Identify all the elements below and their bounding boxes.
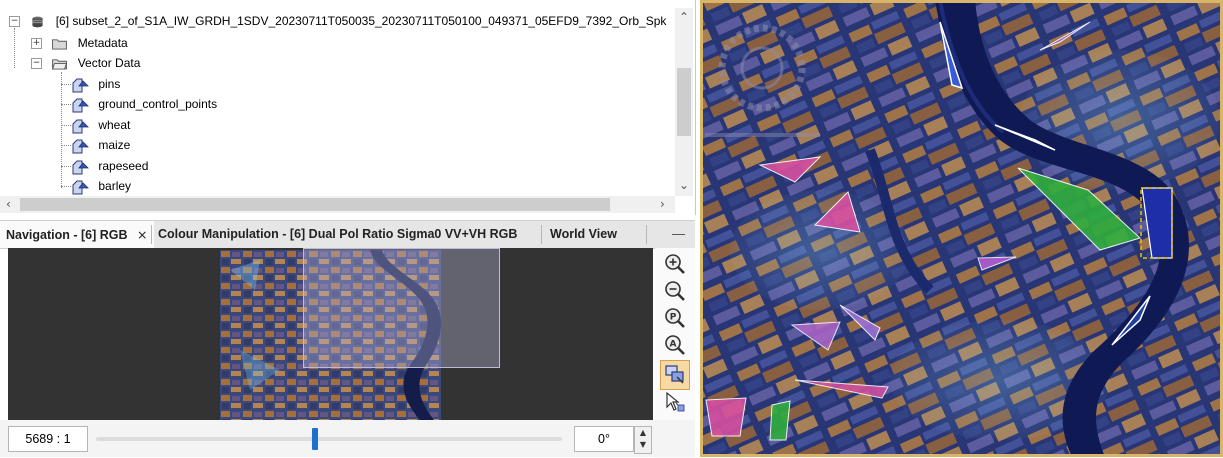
tree-row-product[interactable]: − [6] subset_2_of_S1A_IW_GRDH_1SDV_20230… xyxy=(9,11,666,31)
collapse-toggle-icon[interactable]: − xyxy=(31,58,42,70)
vector-layer-icon xyxy=(72,139,89,154)
tree-guide xyxy=(61,166,71,167)
scroll-down-icon[interactable]: ⌄ xyxy=(679,178,689,192)
svg-text:P: P xyxy=(670,313,677,323)
minimize-icon[interactable]: — xyxy=(672,221,685,247)
navigation-overview[interactable] xyxy=(8,248,653,420)
tab-divider xyxy=(541,225,542,244)
spin-up-icon[interactable]: ▲ xyxy=(635,427,651,439)
tree-row-vector[interactable]: rapeseed xyxy=(71,156,148,176)
scrollbar-thumb[interactable] xyxy=(677,68,691,136)
collapse-toggle-icon[interactable]: − xyxy=(9,16,20,28)
zoom-slider-track[interactable] xyxy=(96,437,562,441)
navigation-bottom-bar: 5689 : 1 0° ▲ ▼ xyxy=(0,420,695,457)
vector-label: wheat xyxy=(98,118,131,132)
zoom-slider-handle[interactable] xyxy=(312,428,319,450)
scroll-left-icon[interactable]: ‹ xyxy=(6,197,11,211)
tree-guide xyxy=(61,84,71,85)
database-icon xyxy=(32,16,44,28)
product-name: [6] subset_2_of_S1A_IW_GRDH_1SDV_2023071… xyxy=(55,14,667,28)
image-view[interactable] xyxy=(700,0,1223,457)
tree-row-vector-data[interactable]: − Vector Data xyxy=(31,53,140,73)
close-icon[interactable]: × xyxy=(137,227,147,242)
tab-world-view[interactable]: World View xyxy=(544,221,623,248)
vector-label: rapeseed xyxy=(98,159,149,173)
scale-field[interactable]: 5689 : 1 xyxy=(8,426,88,452)
tree-guide xyxy=(14,28,15,68)
tool-window-tabs: Navigation - [6] RGB × Colour Manipulati… xyxy=(0,220,695,249)
vector-polygon[interactable] xyxy=(705,397,747,437)
vector-layer-icon xyxy=(72,78,89,93)
tab-colour-manipulation[interactable]: Colour Manipulation - [6] Dual Pol Ratio… xyxy=(152,221,523,248)
scrollbar-thumb[interactable] xyxy=(20,198,610,211)
tree-guide xyxy=(61,186,71,187)
tab-label: Colour Manipulation - [6] Dual Pol Ratio… xyxy=(158,227,518,241)
metadata-label: Metadata xyxy=(77,36,128,50)
sync-views-toggle[interactable] xyxy=(660,360,690,390)
vector-layer-icon xyxy=(72,98,89,113)
vector-label: barley xyxy=(98,179,132,193)
tree-row-metadata[interactable]: + Metadata xyxy=(31,33,128,53)
tab-label: World View xyxy=(550,227,617,241)
vector-layer-icon xyxy=(72,180,89,195)
zoom-pixel-icon[interactable]: P xyxy=(663,306,687,330)
product-tree-panel: − [6] subset_2_of_S1A_IW_GRDH_1SDV_20230… xyxy=(0,0,696,215)
vector-label: maize xyxy=(98,138,131,152)
rotation-field[interactable]: 0° xyxy=(574,426,634,452)
zoom-out-icon[interactable] xyxy=(663,279,687,303)
rotation-spinner[interactable]: ▲ ▼ xyxy=(634,426,652,454)
vector-label: ground_control_points xyxy=(98,97,218,111)
expand-toggle-icon[interactable]: + xyxy=(31,38,42,50)
viewport-rectangle[interactable] xyxy=(303,248,500,368)
vector-layer-icon xyxy=(72,119,89,134)
tree-guide xyxy=(61,125,71,126)
spin-down-icon[interactable]: ▼ xyxy=(635,439,651,451)
tree-row-vector[interactable]: pins xyxy=(71,74,120,94)
tree-row-vector[interactable]: maize xyxy=(71,135,130,155)
tab-navigation[interactable]: Navigation - [6] RGB × xyxy=(0,221,154,248)
sync-views-icon xyxy=(665,365,684,384)
svg-text:A: A xyxy=(670,340,677,350)
tree-row-vector[interactable]: barley xyxy=(71,176,131,196)
zoom-in-icon[interactable] xyxy=(663,252,687,276)
vector-label: pins xyxy=(98,77,121,91)
tab-label: Navigation - [6] RGB xyxy=(6,228,128,242)
vector-polygon[interactable] xyxy=(769,400,791,441)
tab-divider xyxy=(646,225,647,244)
tree-guide xyxy=(61,145,71,146)
tree-row-vector[interactable]: ground_control_points xyxy=(71,94,217,114)
folder-icon xyxy=(52,39,68,50)
scroll-up-icon[interactable]: ⌃ xyxy=(679,10,689,24)
open-folder-icon xyxy=(52,59,68,70)
tree-horizontal-scrollbar[interactable]: ‹ › xyxy=(0,196,675,213)
tree-vertical-scrollbar[interactable]: ⌃ ⌄ xyxy=(675,8,693,196)
tree-row-vector[interactable]: wheat xyxy=(71,115,130,135)
vector-layer-icon xyxy=(72,160,89,175)
scroll-right-icon[interactable]: › xyxy=(660,197,665,211)
zoom-all-icon[interactable]: A xyxy=(663,333,687,357)
tree-guide xyxy=(61,72,62,188)
tree-guide xyxy=(61,104,71,105)
vector-data-label: Vector Data xyxy=(77,56,141,70)
sync-cursor-icon[interactable] xyxy=(663,390,687,414)
